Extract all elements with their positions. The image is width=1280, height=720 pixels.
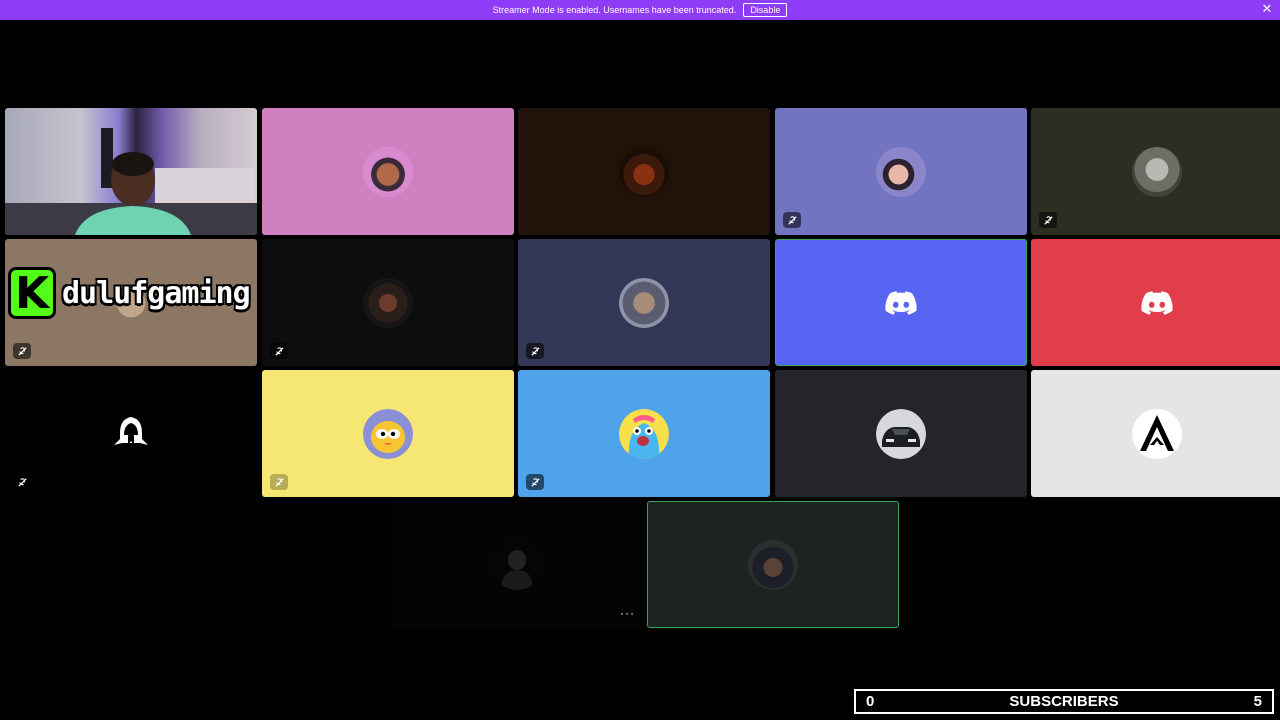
cartoon-bird-avatar (363, 408, 413, 459)
muted-mic-icon (270, 343, 288, 359)
subscriber-label: SUBSCRIBERS (1009, 693, 1119, 710)
subscriber-count: 0 (866, 693, 875, 710)
user-avatar (748, 539, 798, 590)
muted-mic-icon (783, 212, 801, 228)
video-tile-11[interactable] (5, 370, 257, 497)
assassin-logo-avatar (1132, 408, 1182, 459)
user-avatar (619, 277, 669, 328)
user-avatar (363, 146, 413, 197)
hooded-figure-avatar (114, 416, 148, 445)
muted-mic-icon (270, 474, 288, 490)
video-tile-16[interactable] (391, 501, 643, 628)
muted-mic-icon (13, 343, 31, 359)
kick-logo: K (8, 267, 56, 319)
muted-mic-icon (13, 474, 31, 490)
streamer-mode-text: Streamer Mode is enabled. Usernames have… (492, 5, 737, 15)
muted-mic-icon (1039, 212, 1057, 228)
muted-mic-icon (526, 343, 544, 359)
video-tile-8[interactable] (518, 239, 770, 366)
video-tile-12[interactable] (262, 370, 514, 497)
discord-logo-icon (1141, 290, 1173, 315)
webcam-person (5, 128, 257, 235)
user-avatar (876, 146, 926, 197)
video-tile-6[interactable]: K dulufgaming (5, 239, 257, 366)
video-tile-webcam[interactable] (5, 108, 257, 235)
disable-streamer-mode-button[interactable]: Disable (743, 3, 788, 17)
streamer-mode-banner: Streamer Mode is enabled. Usernames have… (0, 0, 1280, 20)
user-avatar (1132, 146, 1182, 197)
more-icon[interactable]: ··· (620, 606, 635, 620)
video-tile-2[interactable] (262, 108, 514, 235)
user-avatar (363, 277, 413, 328)
dark-hooded-avatar (492, 539, 542, 590)
video-tile-13[interactable] (518, 370, 770, 497)
video-tile-15[interactable] (1031, 370, 1280, 497)
muted-mic-icon (526, 474, 544, 490)
subscriber-goal: 5 (1253, 693, 1262, 710)
car-avatar (876, 408, 926, 459)
video-tile-10[interactable] (1031, 239, 1280, 366)
video-tile-9[interactable] (775, 239, 1027, 366)
video-tile-5[interactable] (1031, 108, 1280, 235)
subscriber-goal-bar: 0 SUBSCRIBERS 5 (854, 689, 1274, 714)
video-tile-14[interactable] (775, 370, 1027, 497)
stream-overlay-brand: K dulufgaming (8, 267, 251, 319)
video-tile-17[interactable] (647, 501, 899, 628)
close-icon[interactable]: ✕ (1260, 2, 1274, 16)
cartoon-blob-avatar (619, 408, 669, 459)
user-avatar (619, 146, 669, 197)
discord-logo-icon (885, 290, 917, 315)
video-tile-7[interactable] (262, 239, 514, 366)
channel-name: dulufgaming (62, 275, 251, 311)
video-tile-3[interactable] (518, 108, 770, 235)
video-tile-4[interactable] (775, 108, 1027, 235)
